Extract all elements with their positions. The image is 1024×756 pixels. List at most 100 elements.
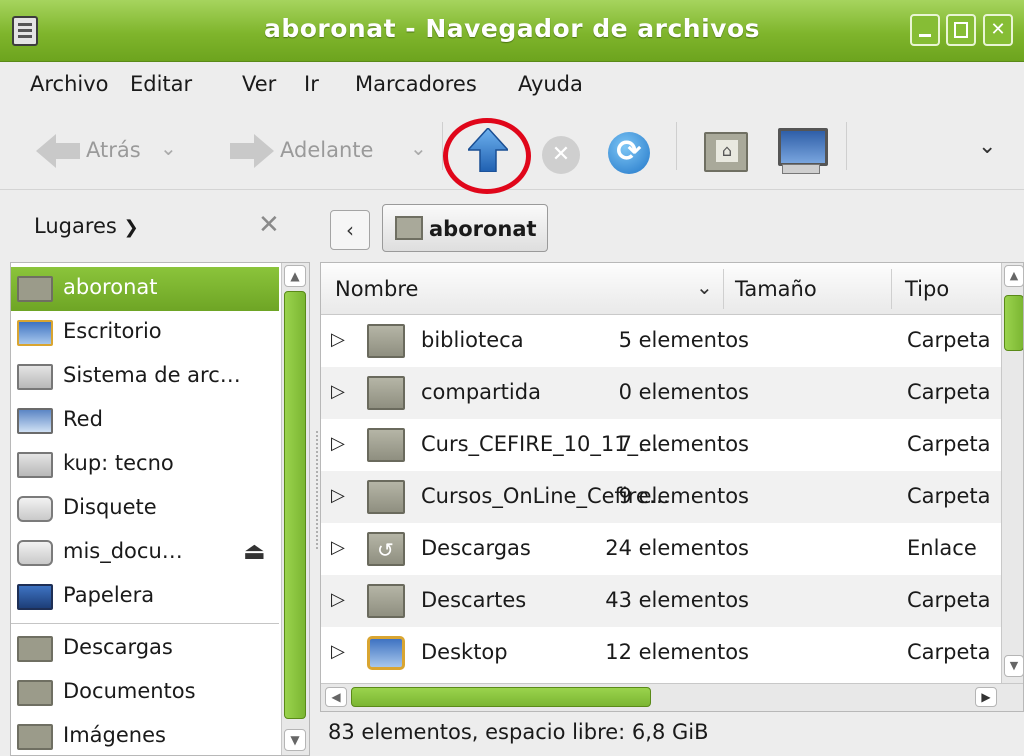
sidebar-item-disquete[interactable]: Disquete — [11, 487, 279, 531]
sidebar-item-mis-documentos[interactable]: mis_docu… ⏏ — [11, 531, 279, 575]
file-size: 0 elementos — [618, 380, 749, 404]
forward-button[interactable]: Adelante ⌄ — [230, 124, 440, 174]
file-row-biblioteca[interactable]: ▷ biblioteca 5 elementos Carpeta — [321, 315, 1001, 367]
expand-triangle-icon[interactable]: ▷ — [331, 641, 345, 662]
computer-icon[interactable] — [778, 128, 828, 174]
sidebar-scrollbar[interactable]: ▲ ▼ — [281, 263, 309, 755]
sidebar-item-documentos[interactable]: Documentos — [11, 671, 279, 715]
horizontal-scroll-thumb[interactable] — [351, 687, 651, 707]
trash-icon — [17, 584, 53, 610]
close-sidebar-icon[interactable]: ✕ — [258, 210, 280, 240]
home-folder-icon[interactable] — [704, 132, 748, 172]
back-label: Atrás — [86, 138, 141, 162]
menu-ir[interactable]: Ir — [304, 72, 319, 96]
column-header-size[interactable]: Tamaño — [735, 277, 817, 301]
file-name: biblioteca — [421, 328, 524, 352]
file-name: Descartes — [421, 588, 527, 612]
sidebar-item-papelera[interactable]: Papelera — [11, 575, 279, 619]
sidebar-item-label: mis_docu… — [63, 539, 183, 563]
path-back-button[interactable]: ‹ — [330, 210, 370, 250]
forward-history-chevron-icon[interactable]: ⌄ — [410, 136, 427, 160]
sort-chevron-down-icon[interactable]: ⌄ — [696, 275, 713, 299]
scroll-left-arrow-icon[interactable]: ◀ — [325, 687, 347, 707]
forward-arrow-icon — [230, 134, 274, 168]
breadcrumb-home[interactable]: aboronat — [382, 204, 548, 252]
sidebar-item-label: Sistema de arc… — [63, 363, 241, 387]
status-bar: 83 elementos, espacio libre: 6,8 GiB — [328, 720, 709, 744]
vertical-scroll-thumb[interactable] — [1004, 295, 1023, 351]
expand-triangle-icon[interactable]: ▷ — [331, 485, 345, 506]
places-dropdown[interactable]: Lugares ❯ — [34, 214, 139, 238]
desktop-folder-icon — [367, 636, 405, 670]
expand-triangle-icon[interactable]: ▷ — [331, 381, 345, 402]
menu-ayuda[interactable]: Ayuda — [518, 72, 583, 96]
desktop-icon — [17, 320, 53, 346]
file-row-descartes[interactable]: ▷ Descartes 43 elementos Carpeta — [321, 575, 1001, 627]
network-icon — [17, 408, 53, 434]
file-type: Carpeta — [907, 640, 991, 664]
back-button[interactable]: Atrás ⌄ — [36, 124, 226, 174]
sidebar-item-escritorio[interactable]: Escritorio — [11, 311, 279, 355]
file-list: Nombre ⌄ Tamaño Tipo ▷ biblioteca 5 elem… — [320, 262, 1024, 712]
file-row-desktop[interactable]: ▷ Desktop 12 elementos Carpeta — [321, 627, 1001, 679]
scroll-down-arrow-icon[interactable]: ▼ — [1004, 655, 1023, 677]
file-row-curs-cefire[interactable]: ▷ Curs_CEFIRE_10_11_… 7 elementos Carpet… — [321, 419, 1001, 471]
scroll-down-arrow-icon[interactable]: ▼ — [284, 729, 306, 751]
sidebar-item-label: Documentos — [63, 679, 196, 703]
file-list-horizontal-scrollbar[interactable]: ◀ ▶ — [321, 683, 1023, 711]
column-separator[interactable] — [723, 269, 724, 309]
sidebar-item-red[interactable]: Red — [11, 399, 279, 443]
menu-editar[interactable]: Editar — [130, 72, 192, 96]
places-sidebar: aboronat Escritorio Sistema de arc… Red … — [10, 262, 310, 756]
file-type: Enlace — [907, 536, 977, 560]
sidebar-item-aboronat[interactable]: aboronat — [11, 267, 279, 311]
expand-triangle-icon[interactable]: ▷ — [331, 433, 345, 454]
home-folder-icon — [395, 216, 423, 240]
drive-icon — [17, 540, 53, 566]
sidebar-item-descargas[interactable]: Descargas — [11, 627, 279, 671]
column-header-name[interactable]: Nombre — [335, 277, 418, 301]
file-list-vertical-scrollbar[interactable]: ▲ ▼ — [1001, 263, 1023, 683]
stop-icon[interactable]: ✕ — [542, 136, 580, 174]
expand-triangle-icon[interactable]: ▷ — [331, 537, 345, 558]
toolbar-overflow-chevron-icon[interactable]: ⌄ — [978, 134, 996, 159]
minimize-button[interactable] — [910, 14, 940, 46]
menu-archivo[interactable]: Archivo — [30, 72, 109, 96]
menu-marcadores[interactable]: Marcadores — [355, 72, 477, 96]
file-name: Desktop — [421, 640, 508, 664]
column-separator[interactable] — [891, 269, 892, 309]
folder-icon — [367, 428, 405, 462]
file-row-cursos-online[interactable]: ▷ Cursos_OnLine_Cefire… 9 elementos Carp… — [321, 471, 1001, 523]
menu-ver[interactable]: Ver — [242, 72, 276, 96]
sidebar-item-kup-tecno[interactable]: kup: tecno — [11, 443, 279, 487]
file-type: Carpeta — [907, 432, 991, 456]
expand-triangle-icon[interactable]: ▷ — [331, 329, 345, 350]
folder-icon — [367, 376, 405, 410]
drive-icon — [17, 364, 53, 390]
scroll-right-arrow-icon[interactable]: ▶ — [975, 687, 997, 707]
column-header-type[interactable]: Tipo — [905, 277, 949, 301]
sidebar-item-sistema-de-archivos[interactable]: Sistema de arc… — [11, 355, 279, 399]
folder-icon — [367, 324, 405, 358]
sidebar-scroll-thumb[interactable] — [284, 291, 306, 719]
chevron-down-icon: ❯ — [123, 217, 139, 238]
reload-icon[interactable] — [608, 132, 650, 174]
file-type: Carpeta — [907, 588, 991, 612]
title-bar[interactable]: aboronat - Navegador de archivos — [0, 0, 1024, 62]
file-size: 43 elementos — [605, 588, 749, 612]
back-history-chevron-icon[interactable]: ⌄ — [160, 136, 177, 160]
file-size: 24 elementos — [605, 536, 749, 560]
file-type: Carpeta — [907, 380, 991, 404]
eject-icon[interactable]: ⏏ — [243, 537, 266, 565]
scroll-up-arrow-icon[interactable]: ▲ — [1004, 265, 1023, 287]
sidebar-item-label: Imágenes — [63, 723, 166, 747]
maximize-button[interactable] — [946, 14, 976, 46]
scroll-up-arrow-icon[interactable]: ▲ — [284, 265, 306, 287]
file-row-descargas[interactable]: ▷ Descargas 24 elementos Enlace — [321, 523, 1001, 575]
close-window-button[interactable] — [983, 14, 1013, 46]
sidebar-item-imagenes[interactable]: Imágenes — [11, 715, 279, 755]
expand-triangle-icon[interactable]: ▷ — [331, 589, 345, 610]
file-size: 12 elementos — [605, 640, 749, 664]
file-row-compartida[interactable]: ▷ compartida 0 elementos Carpeta — [321, 367, 1001, 419]
sidebar-item-label: aboronat — [63, 275, 158, 299]
